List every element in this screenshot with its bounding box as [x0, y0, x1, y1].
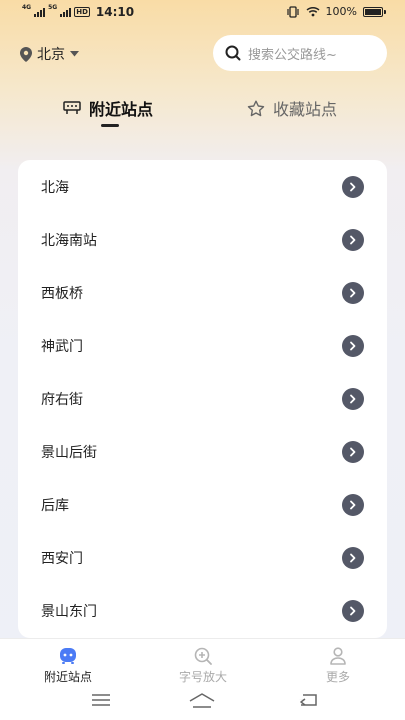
- nav-label: 字号放大: [178, 670, 227, 684]
- station-row[interactable]: 景山后街: [18, 425, 387, 478]
- station-name: 神武门: [41, 338, 83, 355]
- zoom-text-icon: [194, 647, 212, 665]
- menu-icon[interactable]: [91, 692, 111, 706]
- person-icon: [330, 647, 346, 665]
- vibrate-icon: [286, 5, 299, 18]
- station-name: 西板桥: [41, 285, 83, 302]
- home-icon[interactable]: [189, 692, 215, 708]
- station-row[interactable]: 西安门: [18, 531, 387, 584]
- chevron-down-icon: [70, 51, 79, 57]
- network-label-1: 4G: [22, 4, 32, 11]
- signal-icon: [60, 7, 72, 17]
- search-input[interactable]: 搜索公交路线~: [213, 35, 387, 71]
- station-name: 景山后街: [41, 444, 97, 461]
- active-tab-indicator: [101, 124, 119, 127]
- network-label-2: 5G: [48, 4, 58, 11]
- bottom-nav: 附近站点 字号放大 更多: [0, 638, 405, 688]
- city-name: 北京: [37, 47, 65, 63]
- bus-stop-icon: [63, 101, 81, 114]
- station-row[interactable]: 后库: [18, 478, 387, 531]
- station-row[interactable]: 北海: [18, 160, 387, 213]
- bus-face-icon: [60, 648, 76, 664]
- search-icon: [225, 45, 241, 61]
- tab-nearby-stations[interactable]: 附近站点: [63, 96, 153, 120]
- city-selector[interactable]: 北京: [20, 44, 79, 64]
- status-time: 14:10: [95, 5, 135, 19]
- wifi-icon: [306, 6, 320, 17]
- status-right: 100%: [286, 5, 386, 18]
- tab-label: 收藏站点: [273, 100, 338, 119]
- station-row[interactable]: 北海南站: [18, 213, 387, 266]
- search-placeholder: 搜索公交路线~: [248, 47, 337, 63]
- hd-badge: HD: [74, 7, 90, 17]
- station-name: 西安门: [41, 550, 83, 567]
- nav-label: 附近站点: [43, 670, 92, 684]
- station-name: 后库: [41, 497, 69, 514]
- station-row[interactable]: 西板桥: [18, 266, 387, 319]
- back-icon[interactable]: [298, 692, 318, 708]
- chevron-right-icon[interactable]: [342, 281, 364, 304]
- location-pin-icon: [20, 46, 32, 62]
- signal-icon: [34, 7, 46, 17]
- battery-percent: 100%: [325, 5, 357, 18]
- chevron-right-icon[interactable]: [342, 387, 364, 410]
- chevron-right-icon[interactable]: [342, 546, 364, 569]
- station-row[interactable]: 府右街: [18, 372, 387, 425]
- station-list: 北海 北海南站 西板桥 神武门 府右街 景山后街 后库 西安门 景山东门: [18, 160, 387, 638]
- station-row[interactable]: 神武门: [18, 319, 387, 372]
- nav-label: 更多: [325, 670, 350, 684]
- station-name: 景山东门: [41, 603, 97, 620]
- tab-favorite-stations[interactable]: 收藏站点: [247, 96, 337, 120]
- status-left: 4G 5G HD 14:10: [22, 4, 135, 20]
- chevron-right-icon[interactable]: [342, 228, 364, 251]
- station-name: 北海南站: [41, 232, 97, 249]
- system-nav-bar: [0, 688, 405, 720]
- status-bar: 4G 5G HD 14:10 100%: [0, 0, 405, 26]
- battery-icon: [363, 6, 386, 17]
- nav-more[interactable]: 更多: [288, 647, 388, 685]
- chevron-right-icon[interactable]: [342, 493, 364, 516]
- tab-label: 附近站点: [89, 100, 154, 119]
- chevron-right-icon[interactable]: [342, 599, 364, 622]
- chevron-right-icon[interactable]: [342, 334, 364, 357]
- nav-nearby-stations[interactable]: 附近站点: [18, 647, 118, 685]
- station-row[interactable]: 景山东门: [18, 584, 387, 637]
- star-icon: [247, 100, 265, 116]
- nav-zoom-text[interactable]: 字号放大: [153, 647, 253, 685]
- chevron-right-icon[interactable]: [342, 175, 364, 198]
- station-name: 府右街: [41, 391, 83, 408]
- station-name: 北海: [41, 179, 69, 196]
- chevron-right-icon[interactable]: [342, 440, 364, 463]
